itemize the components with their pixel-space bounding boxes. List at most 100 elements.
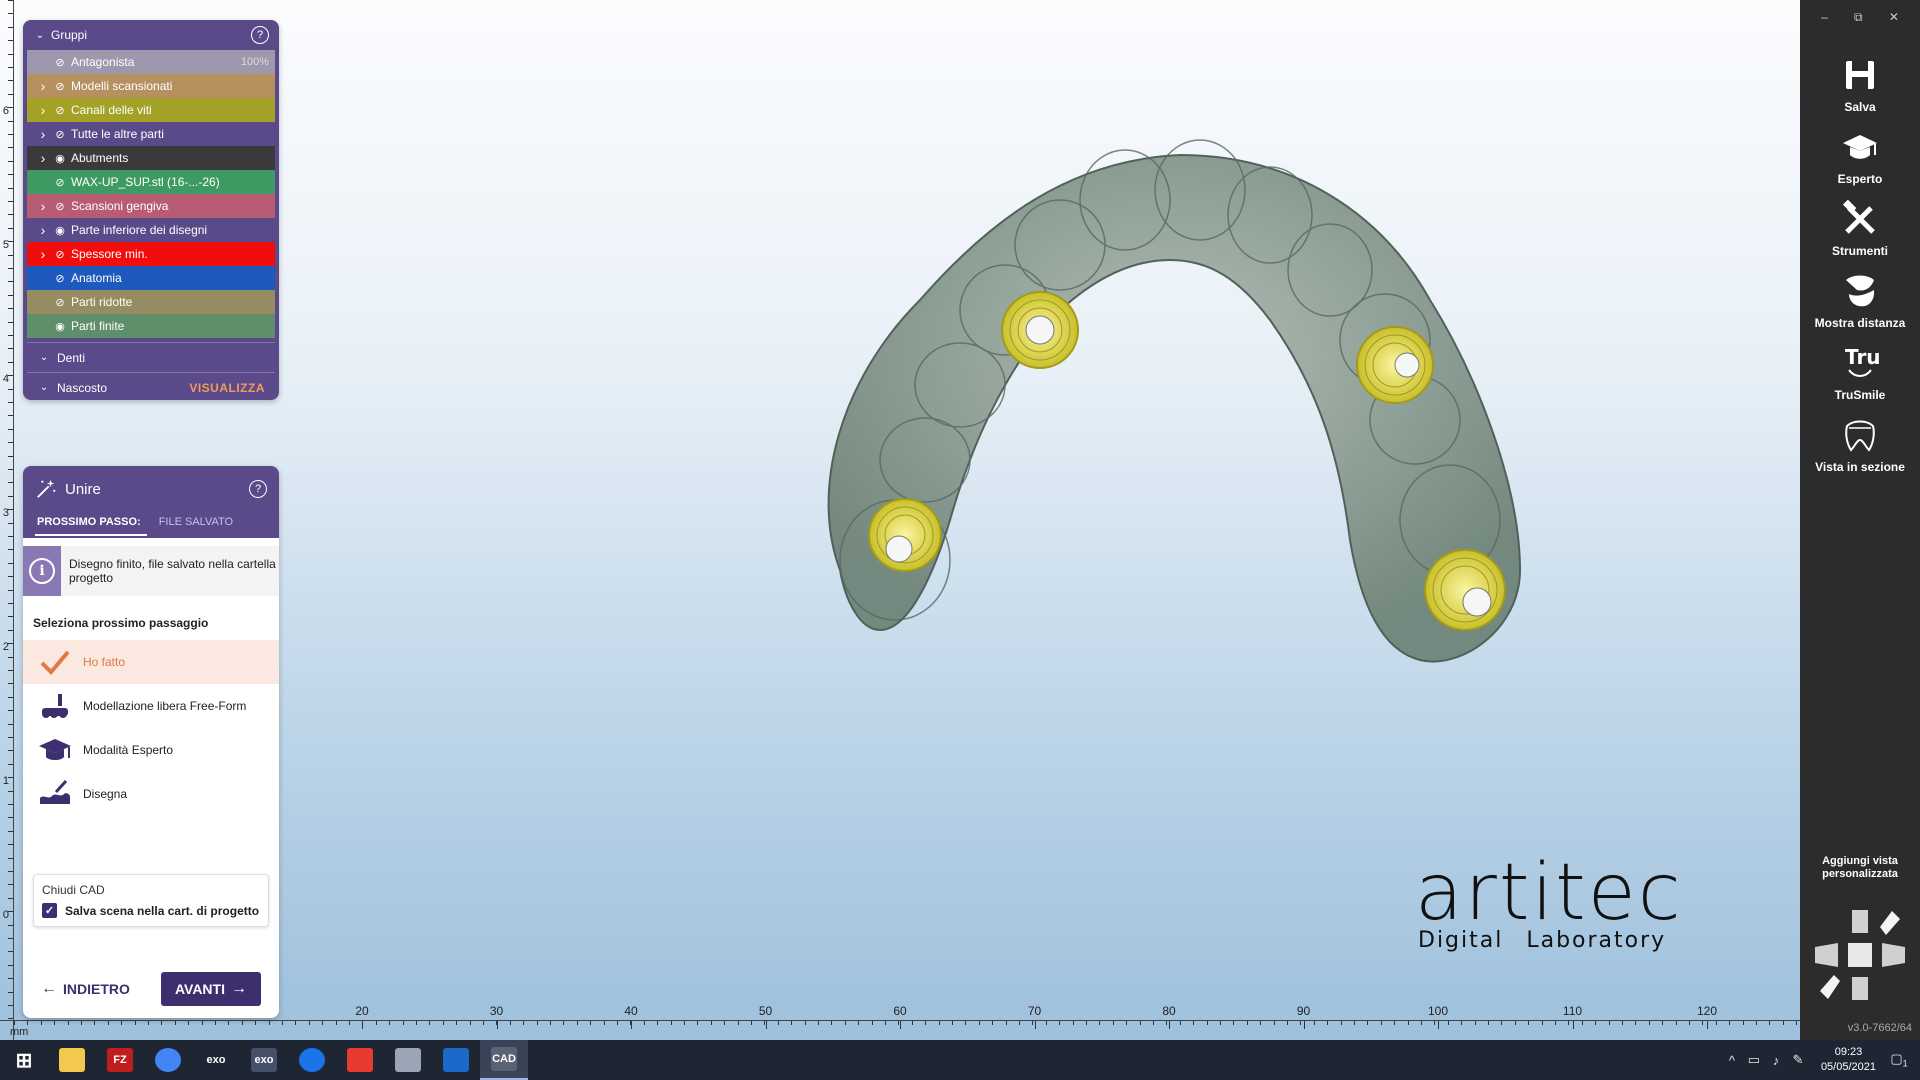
chevron-right-icon[interactable]: › [35, 102, 51, 118]
eye-off-icon[interactable]: ⊘ [51, 272, 69, 285]
chevron-down-icon[interactable]: ⌄ [33, 30, 47, 41]
close-icon[interactable]: ✕ [1889, 10, 1899, 24]
group-row[interactable]: ⊘ Anatomia [27, 266, 275, 290]
eye-off-icon[interactable]: ⊘ [51, 56, 69, 69]
eye-off-icon[interactable]: ⊘ [51, 128, 69, 141]
groups-panel: ⌄ Gruppi ? ⊘ Antagonista 100% › ⊘ Modelli sca… [23, 20, 279, 400]
taskbar-app[interactable] [48, 1040, 96, 1080]
info-icon: i [23, 546, 61, 596]
step-expert-mode[interactable]: Modalità Esperto [23, 728, 279, 772]
group-row[interactable]: › ⊘ Modelli scansionati [27, 74, 275, 98]
chevron-up-icon[interactable]: ^ [1721, 1053, 1743, 1068]
taskbar-app[interactable] [384, 1040, 432, 1080]
section-teeth[interactable]: ⌄ Denti [27, 342, 275, 372]
taskbar-app[interactable]: FZ [96, 1040, 144, 1080]
groups-title: Gruppi [51, 28, 88, 42]
check-icon [37, 647, 73, 677]
volume-icon[interactable]: ♪ [1765, 1053, 1787, 1068]
chevron-right-icon[interactable]: › [35, 78, 51, 94]
section-view-tool[interactable]: Vista in sezione [1800, 416, 1920, 474]
expert-tool[interactable]: Esperto [1800, 128, 1920, 186]
eye-off-icon[interactable]: ⊘ [51, 248, 69, 261]
step-done[interactable]: Ho fatto [23, 640, 279, 684]
group-list: ⊘ Antagonista 100% › ⊘ Modelli scansionati › ⊘ C… [23, 50, 279, 338]
eye-off-icon[interactable]: ⊘ [51, 176, 69, 189]
eye-off-icon[interactable]: ⊘ [51, 200, 69, 213]
eye-off-icon[interactable]: ⊘ [51, 80, 69, 93]
system-tray: ^ ▭ ♪ ✎ 09:23 05/05/2021 ▢1 [1721, 1040, 1920, 1080]
version-label: v3.0-7662/64 [1847, 1022, 1912, 1034]
group-row[interactable]: ⊘ WAX-UP_SUP.stl (16-...-26) [27, 170, 275, 194]
ruler-unit: mm [10, 1026, 29, 1038]
taskbar-app[interactable] [432, 1040, 480, 1080]
dental-bridge-model[interactable] [800, 130, 1580, 690]
taskbar-app[interactable]: exo [240, 1040, 288, 1080]
chevron-right-icon[interactable]: › [35, 126, 51, 142]
step-design[interactable]: Disegna [23, 772, 279, 816]
group-row[interactable]: › ⊘ Scansioni gengiva [27, 194, 275, 218]
save-tool[interactable]: Salva [1800, 56, 1920, 114]
help-icon[interactable]: ? [251, 26, 269, 44]
taskbar-app[interactable] [288, 1040, 336, 1080]
group-row[interactable]: ⊘ Antagonista 100% [27, 50, 275, 74]
taskbar-app[interactable] [144, 1040, 192, 1080]
save-icon [1846, 61, 1874, 89]
tool-label: Mostra distanza [1814, 316, 1906, 330]
anydesk-icon [347, 1048, 373, 1072]
tab-saved-file[interactable]: FILE SALVATO [157, 512, 239, 536]
network-icon[interactable]: ▭ [1743, 1052, 1765, 1068]
show-distance-tool[interactable]: Mostra distanza [1800, 272, 1920, 330]
group-row[interactable]: › ⊘ Canali delle viti [27, 98, 275, 122]
taskbar-app[interactable]: exo [192, 1040, 240, 1080]
save-scene-option[interactable]: ✓ Salva scena nella cart. di progetto [42, 903, 260, 918]
next-step-label: Seleziona prossimo passaggio [33, 616, 209, 630]
group-row[interactable]: › ⊘ Spessore min. [27, 242, 275, 266]
group-row[interactable]: › ◉ Parte inferiore dei disegni [27, 218, 275, 242]
section-hidden[interactable]: ⌄ Nascosto VISUALIZZA [27, 372, 275, 402]
chevron-right-icon[interactable]: › [35, 150, 51, 166]
step-free-form[interactable]: Modellazione libera Free-Form [23, 684, 279, 728]
taskbar-app[interactable] [336, 1040, 384, 1080]
chevron-right-icon[interactable]: › [35, 222, 51, 238]
tools-tool[interactable]: Strumenti [1800, 200, 1920, 258]
show-link[interactable]: VISUALIZZA [189, 381, 265, 395]
group-label: WAX-UP_SUP.stl (16-...-26) [71, 175, 220, 189]
clock[interactable]: 09:23 05/05/2021 [1821, 1045, 1876, 1075]
chevron-down-icon[interactable]: ⌄ [37, 382, 51, 393]
merge-panel: Unire ? PROSSIMO PASSO: FILE SALVATO i D… [23, 466, 279, 1018]
chevron-right-icon[interactable]: › [35, 198, 51, 214]
eye-off-icon[interactable]: ⊘ [51, 296, 69, 309]
eye-icon[interactable]: ◉ [51, 224, 69, 237]
notification-icon[interactable]: ▢1 [1888, 1051, 1910, 1069]
group-row[interactable]: › ⊘ Tutte le altre parti [27, 122, 275, 146]
clock-time: 09:23 [1834, 1046, 1863, 1058]
taskbar-app[interactable]: ⊞ [0, 1040, 48, 1080]
trusmile-tool[interactable]: Tru TruSmile [1800, 344, 1920, 402]
group-row[interactable]: ⊘ Parti ridotte [27, 290, 275, 314]
section-teeth-label: Denti [57, 350, 86, 365]
chevron-down-icon[interactable]: ⌄ [37, 352, 51, 363]
minimize-icon[interactable]: – [1821, 10, 1828, 24]
clock-date: 05/05/2021 [1820, 1061, 1876, 1073]
tab-next-step[interactable]: PROSSIMO PASSO: [35, 512, 147, 536]
taskbar-app[interactable]: CAD [480, 1040, 528, 1080]
step-label: Modalità Esperto [83, 743, 174, 757]
chevron-right-icon[interactable]: › [35, 246, 51, 262]
tool-label: Vista in sezione [1815, 460, 1905, 474]
merge-tabs: PROSSIMO PASSO: FILE SALVATO [35, 512, 267, 536]
add-custom-view-button[interactable]: Aggiungi vista personalizzata [1800, 855, 1920, 881]
restore-icon[interactable]: ⧉ [1854, 10, 1863, 25]
next-button[interactable]: AVANTI → [160, 972, 261, 1006]
eye-off-icon[interactable]: ⊘ [51, 104, 69, 117]
help-icon[interactable]: ? [249, 480, 267, 498]
save-scene-checkbox[interactable]: ✓ [42, 903, 57, 918]
eye-icon[interactable]: ◉ [51, 152, 69, 165]
view-orientation-cube-icon[interactable] [1810, 905, 1910, 1005]
back-button[interactable]: ← INDIETRO [41, 980, 130, 998]
eye-icon[interactable]: ◉ [51, 320, 69, 333]
pen-icon[interactable]: ✎ [1787, 1052, 1809, 1068]
ruler-tick-label: 100 [1427, 1004, 1449, 1018]
group-row[interactable]: ◉ Parti finite [27, 314, 275, 338]
group-row[interactable]: › ◉ Abutments [27, 146, 275, 170]
groups-header[interactable]: ⌄ Gruppi ? [23, 20, 279, 50]
